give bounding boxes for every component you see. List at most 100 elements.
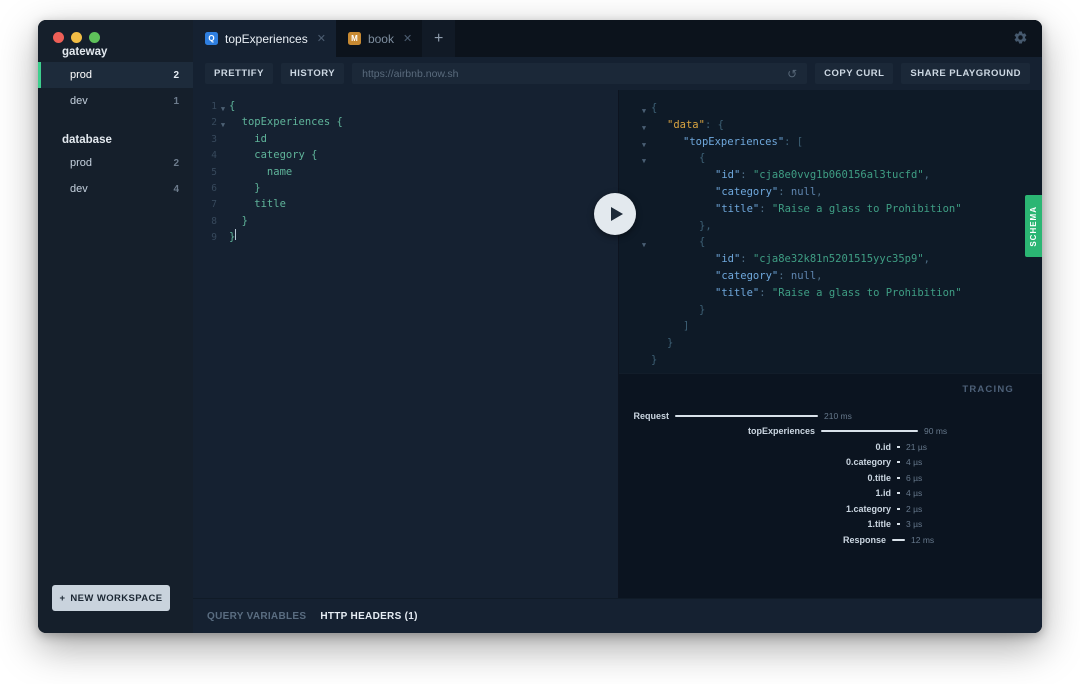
response-token: ] <box>683 320 690 333</box>
result-pane: SCHEMA ▼{▼ "data": {▼ "topExperiences": [▼… <box>594 90 1042 598</box>
sidebar-item-database-dev[interactable]: dev 4 <box>38 176 193 202</box>
tracing-row: Request 210 ms <box>619 408 1016 424</box>
editor-line-text: title <box>229 198 286 211</box>
response-line-text: ] <box>651 318 689 335</box>
close-window-button[interactable] <box>53 32 64 43</box>
new-workspace-label: NEW WORKSPACE <box>70 592 163 604</box>
history-button[interactable]: HISTORY <box>280 63 345 84</box>
sidebar-item-count: 4 <box>173 183 179 195</box>
response-line-text: }, <box>651 218 712 235</box>
tracing-row-label: 1.category <box>845 503 891 514</box>
sidebar-item-database-prod[interactable]: prod 2 <box>38 150 193 176</box>
editor-line: 8 } <box>201 213 618 229</box>
tracing-row-bar <box>897 523 900 526</box>
editor-line: 5 name <box>201 164 618 180</box>
response-token: , <box>923 169 930 182</box>
response-line-text: { <box>651 100 657 117</box>
response-line-text: { <box>651 150 705 167</box>
response-token: : { <box>704 118 724 131</box>
tracing-row-label: Response <box>842 534 886 545</box>
app-window: airbnb-app gateway prod 2 dev 1 database <box>38 20 1042 633</box>
tracing-row-label: topExperiences <box>747 426 815 437</box>
prettify-button[interactable]: PRETTIFY <box>205 63 273 84</box>
sidebar-item-count: 2 <box>173 69 179 81</box>
minimize-window-button[interactable] <box>71 32 82 43</box>
tracing-row-bar <box>892 538 905 541</box>
response-token: } <box>651 353 658 366</box>
response-line: } <box>637 352 1042 369</box>
tracing-row: 0.title 6 µs <box>619 470 1016 486</box>
close-icon[interactable]: ✕ <box>403 32 412 45</box>
response-token: : [ <box>784 135 804 148</box>
tab-topexperiences[interactable]: Q topExperiences ✕ <box>193 20 336 57</box>
bottom-bar: QUERY VARIABLES HTTP HEADERS (1) <box>193 598 1042 633</box>
response-token: , <box>923 253 930 266</box>
response-line-text: } <box>651 352 657 369</box>
settings-gear-icon[interactable] <box>1013 30 1028 48</box>
maximize-window-button[interactable] <box>89 32 100 43</box>
schema-tab-button[interactable]: SCHEMA <box>1025 195 1042 257</box>
response-line: "id": "cja8e32k81n5201515yyc35p9", <box>637 251 1042 268</box>
query-editor[interactable]: 1 ▼{2 ▼ topExperiences {3 id 4 category {5 … <box>193 90 619 598</box>
response-token: , <box>816 269 823 282</box>
response-line: ▼{ <box>637 150 1042 167</box>
close-icon[interactable]: ✕ <box>317 32 326 45</box>
response-token: null <box>790 185 817 198</box>
new-workspace-button[interactable]: + NEW WORKSPACE <box>52 585 170 611</box>
tracing-row: topExperiences 90 ms <box>619 424 1016 440</box>
sidebar-item-label: dev <box>70 183 88 195</box>
tracing-rows: Request 210 ms topExperiences 90 ms 0.id 21 µ… <box>619 408 1016 548</box>
response-token: : <box>759 286 772 299</box>
tracing-row-label: 1.id <box>875 488 891 499</box>
execute-query-button[interactable] <box>594 193 636 235</box>
line-number: 7 <box>211 199 217 211</box>
share-playground-button[interactable]: SHARE PLAYGROUND <box>901 63 1030 84</box>
line-number: 6 <box>211 182 217 194</box>
schema-tab-label: SCHEMA <box>1029 205 1038 247</box>
editor-line: 4 category { <box>201 147 618 163</box>
window-traffic-lights <box>53 32 100 43</box>
sidebar-item-label: dev <box>70 95 88 107</box>
tracing-row-label: 1.title <box>867 519 891 530</box>
response-token: "id" <box>715 169 741 182</box>
reload-icon[interactable]: ↺ <box>787 67 797 81</box>
editor-line-text: } <box>229 181 261 194</box>
response-line: ▼ "topExperiences": [ <box>637 134 1042 151</box>
sidebar: airbnb-app gateway prod 2 dev 1 database <box>38 20 193 633</box>
sidebar-item-count: 1 <box>173 95 179 107</box>
editor-line-text: category { <box>229 149 318 162</box>
tracing-row-duration: 4 µs <box>906 488 923 499</box>
tracing-row-label: Request <box>633 410 669 421</box>
tracing-row-label: 0.title <box>867 472 891 483</box>
text-caret <box>235 229 237 241</box>
copy-curl-button[interactable]: COPY CURL <box>815 63 894 84</box>
query-variables-tab[interactable]: QUERY VARIABLES <box>207 611 306 622</box>
sidebar-item-gateway-dev[interactable]: dev 1 <box>38 88 193 114</box>
response-line: "title": "Raise a glass to Prohibition" <box>637 285 1042 302</box>
tab-book[interactable]: M book ✕ <box>336 20 422 57</box>
endpoint-url-input[interactable]: https://airbnb.now.sh ↺ <box>352 63 808 84</box>
new-tab-button[interactable]: + <box>422 20 456 57</box>
sidebar-item-gateway-prod[interactable]: prod 2 <box>38 62 193 88</box>
response-token: "category" <box>715 269 779 282</box>
response-token: : <box>778 185 791 198</box>
editor-line: 1 ▼{ <box>201 98 618 114</box>
response-token: "cja8e0vvg1b060156al3tucfd" <box>752 169 924 182</box>
query-editor-code[interactable]: 1 ▼{2 ▼ topExperiences {3 id 4 category {5 … <box>193 98 618 246</box>
response-token: null <box>790 269 817 282</box>
http-headers-tab[interactable]: HTTP HEADERS (1) <box>320 611 417 622</box>
tracing-row-duration: 4 µs <box>906 457 923 468</box>
response-line-text: "data": { <box>651 117 724 134</box>
response-token: "topExperiences" <box>683 135 785 148</box>
line-number: 1 <box>211 101 217 112</box>
tracing-row-duration: 3 µs <box>906 519 923 530</box>
tracing-row-bar <box>897 445 900 448</box>
